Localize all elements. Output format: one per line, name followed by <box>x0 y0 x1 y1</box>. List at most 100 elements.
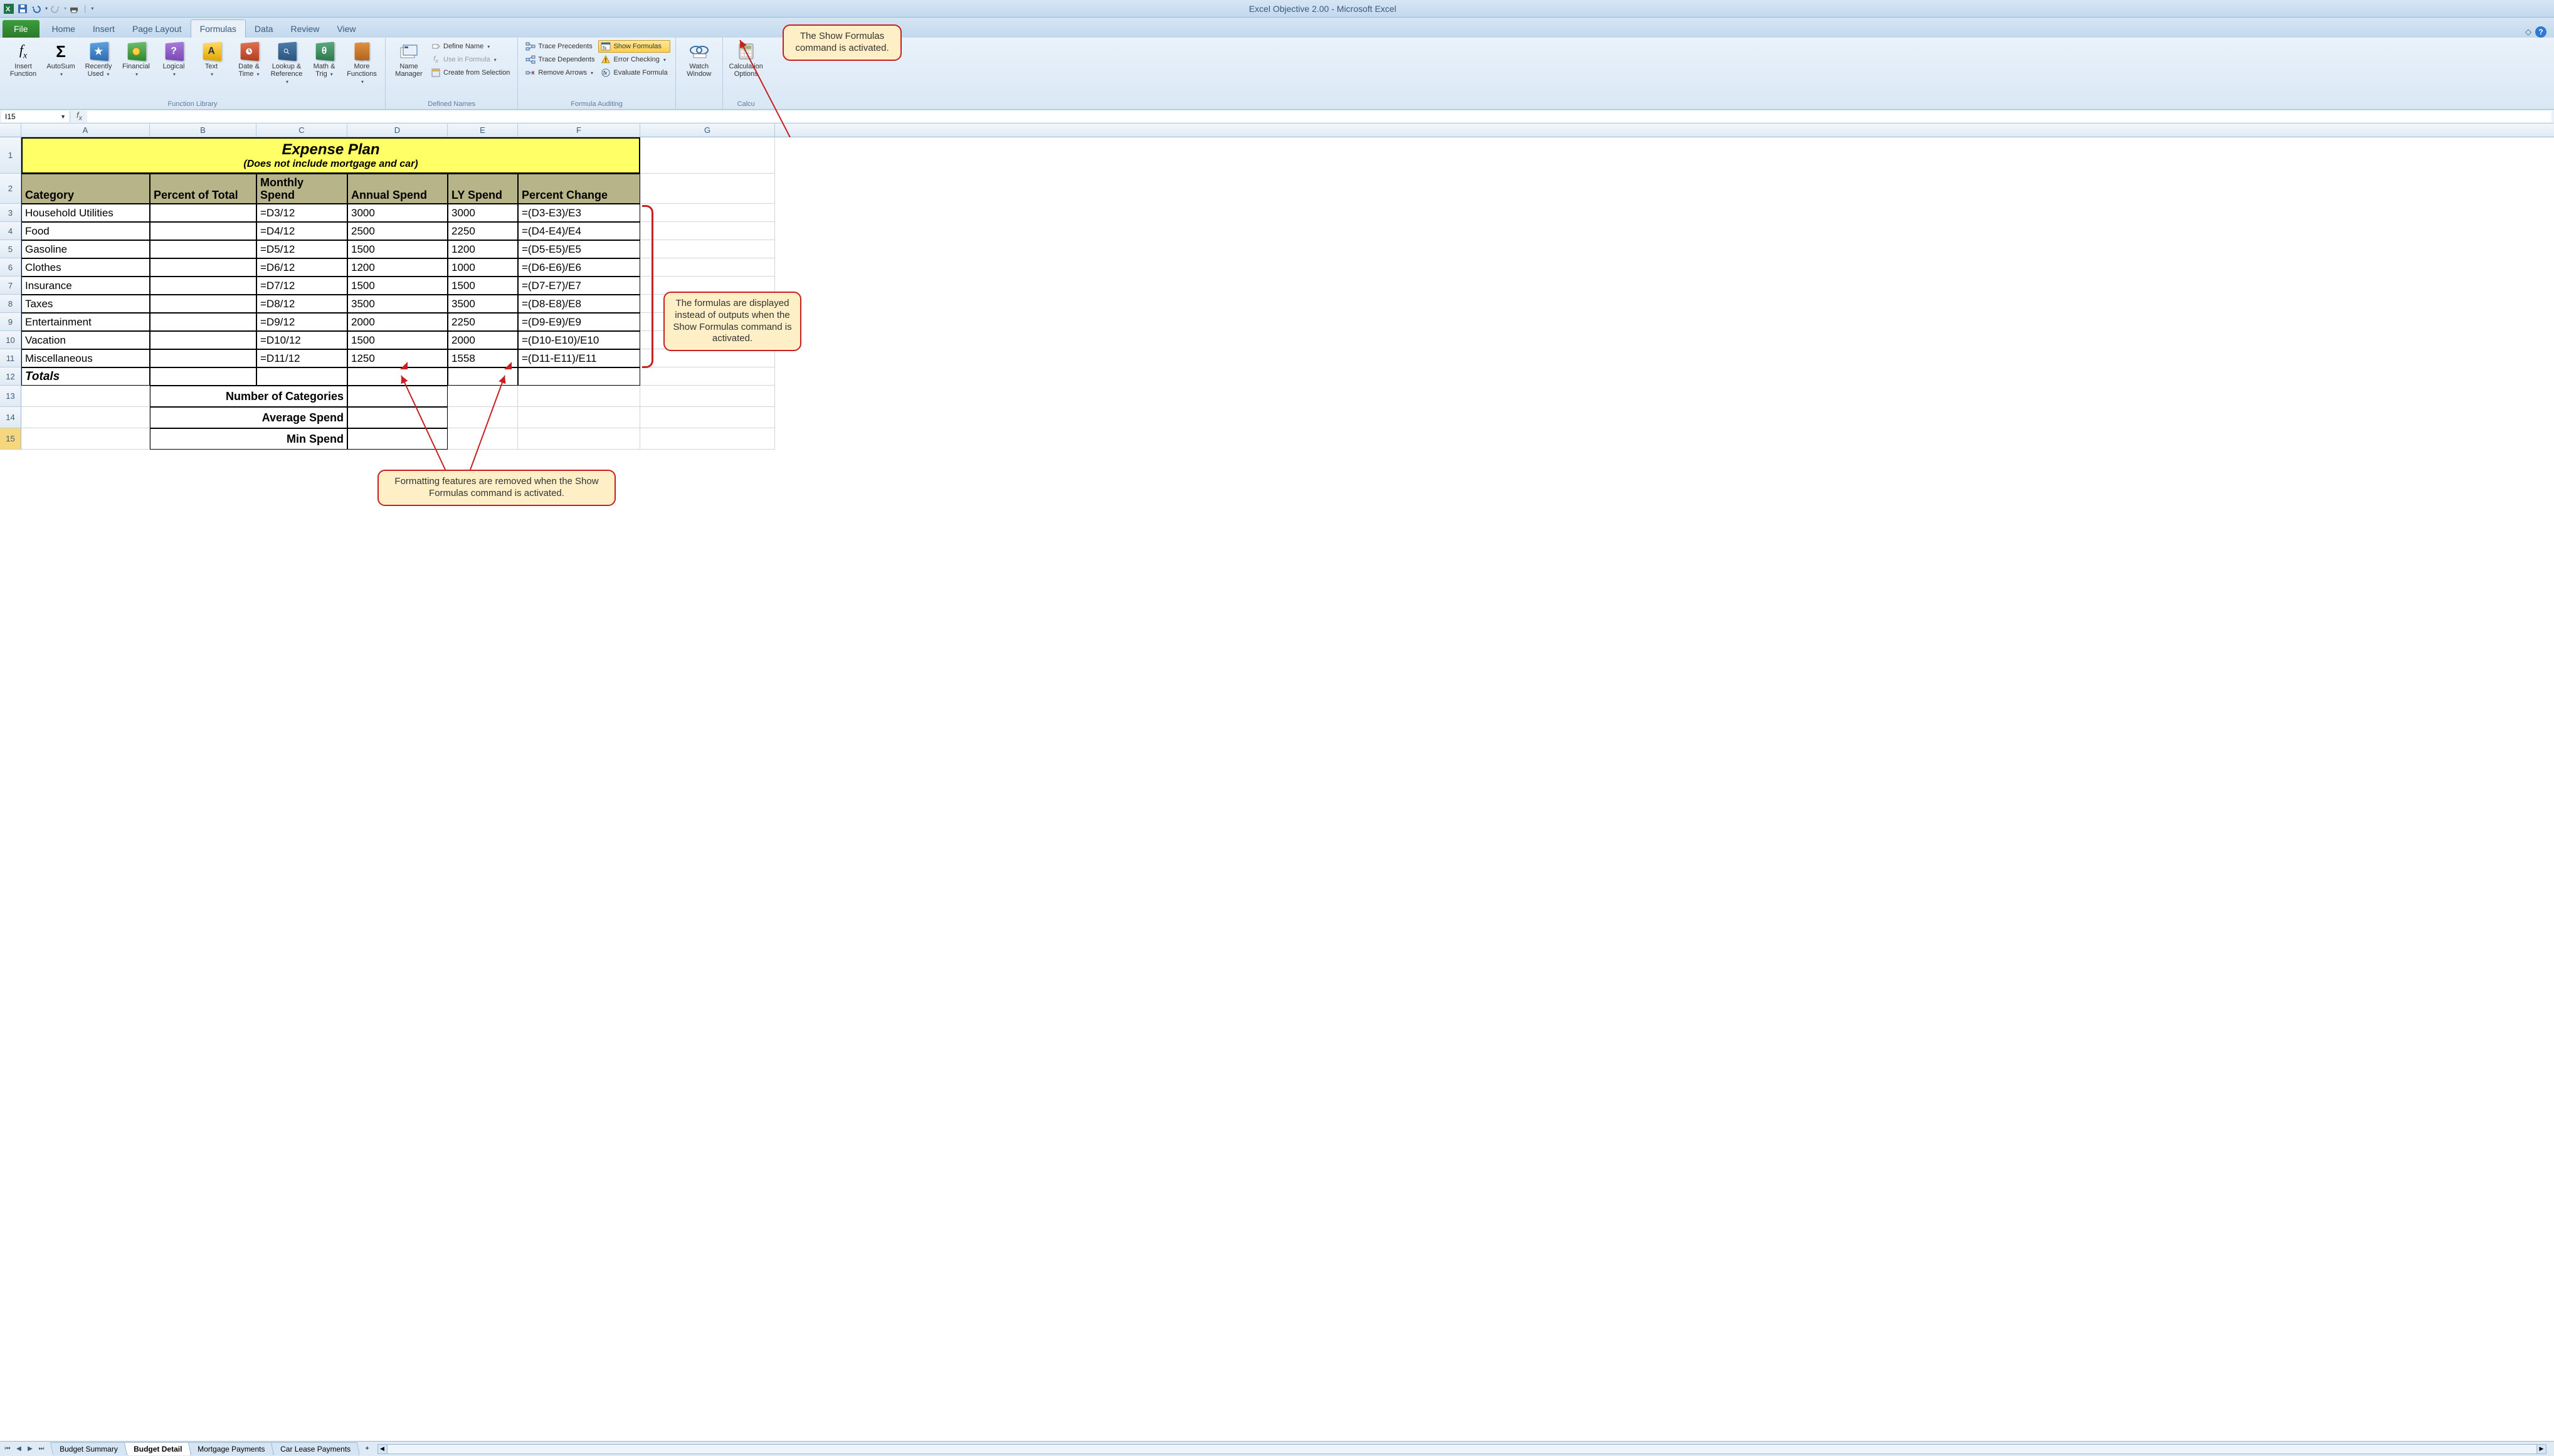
watch-window-button[interactable]: Watch Window <box>681 40 717 79</box>
autosum-button[interactable]: Σ AutoSum▾ <box>43 40 79 80</box>
cell[interactable] <box>640 367 775 386</box>
formula-input[interactable] <box>87 111 2551 122</box>
cell[interactable] <box>347 407 448 428</box>
excel-icon[interactable]: X <box>3 3 15 15</box>
cell[interactable] <box>448 367 518 386</box>
cell-percent-change-formula[interactable]: =(D8-E8)/E8 <box>518 295 640 313</box>
cell-monthly-formula[interactable]: =D6/12 <box>256 258 347 277</box>
sheet-tab-mortgage-payments[interactable]: Mortgage Payments <box>188 1442 275 1455</box>
cell[interactable] <box>518 367 640 386</box>
min-spend-label[interactable]: Min Spend <box>150 428 347 450</box>
cell-ly-spend[interactable]: 2250 <box>448 222 518 240</box>
row-header-5[interactable]: 5 <box>0 240 21 258</box>
cell-monthly-formula[interactable]: =D4/12 <box>256 222 347 240</box>
cell-annual-spend[interactable]: 1200 <box>347 258 448 277</box>
cell[interactable] <box>21 428 150 450</box>
select-all-corner[interactable] <box>0 124 21 137</box>
trace-dependents-button[interactable]: Trace Dependents <box>523 53 597 66</box>
cell-monthly-formula[interactable]: =D11/12 <box>256 349 347 367</box>
save-icon[interactable] <box>16 3 29 15</box>
cell-category[interactable]: Entertainment <box>21 313 150 331</box>
cell-percent-change-formula[interactable]: =(D10-E10)/E10 <box>518 331 640 349</box>
scroll-left-icon[interactable]: ◀ <box>377 1444 388 1454</box>
header-percent-total[interactable]: Percent of Total <box>150 174 256 204</box>
tab-file[interactable]: File <box>3 20 40 38</box>
cell-monthly-formula[interactable]: =D9/12 <box>256 313 347 331</box>
cell[interactable] <box>640 222 775 240</box>
tab-view[interactable]: View <box>328 20 364 38</box>
math-trig-button[interactable]: θ Math & Trig ▾ <box>306 40 342 80</box>
cell-category[interactable]: Insurance <box>21 277 150 295</box>
cell[interactable] <box>21 407 150 428</box>
tab-page-layout[interactable]: Page Layout <box>124 20 191 38</box>
cell-category[interactable]: Clothes <box>21 258 150 277</box>
cell-annual-spend[interactable]: 2500 <box>347 222 448 240</box>
define-name-button[interactable]: Define Name ▾ <box>428 40 512 53</box>
cell[interactable] <box>640 386 775 407</box>
cell-monthly-formula[interactable]: =D3/12 <box>256 204 347 222</box>
recently-used-button[interactable]: ★ Recently Used ▾ <box>80 40 117 80</box>
tab-insert[interactable]: Insert <box>84 20 124 38</box>
title-cell[interactable]: Expense Plan (Does not include mortgage … <box>21 137 640 174</box>
sheet-tab-car-lease-payments[interactable]: Car Lease Payments <box>271 1442 361 1455</box>
cell-annual-spend[interactable]: 1250 <box>347 349 448 367</box>
row-header-12[interactable]: 12 <box>0 367 21 386</box>
help-icon[interactable]: ? <box>2535 26 2546 38</box>
header-percent-change[interactable]: Percent Change <box>518 174 640 204</box>
cell[interactable] <box>518 407 640 428</box>
cell-ly-spend[interactable]: 1000 <box>448 258 518 277</box>
col-header-D[interactable]: D <box>347 124 448 137</box>
cell[interactable] <box>256 367 347 386</box>
cell-percent-change-formula[interactable]: =(D6-E6)/E6 <box>518 258 640 277</box>
scroll-right-icon[interactable]: ▶ <box>2536 1444 2546 1454</box>
cell-annual-spend[interactable]: 2000 <box>347 313 448 331</box>
cell[interactable] <box>640 204 775 222</box>
trace-precedents-button[interactable]: Trace Precedents <box>523 40 597 53</box>
cell[interactable] <box>640 174 775 204</box>
redo-icon[interactable] <box>49 3 61 15</box>
cell[interactable] <box>150 222 256 240</box>
remove-arrows-button[interactable]: Remove Arrows ▾ <box>523 66 597 79</box>
cell-annual-spend[interactable]: 3000 <box>347 204 448 222</box>
tab-data[interactable]: Data <box>246 20 282 38</box>
cell[interactable] <box>21 386 150 407</box>
sheet-tab-budget-summary[interactable]: Budget Summary <box>50 1442 127 1455</box>
cell-category[interactable]: Household Utilities <box>21 204 150 222</box>
row-header-11[interactable]: 11 <box>0 349 21 367</box>
cell[interactable] <box>640 407 775 428</box>
row-header-6[interactable]: 6 <box>0 258 21 277</box>
calculation-options-button[interactable]: Calculation Options <box>728 40 764 79</box>
header-ly-spend[interactable]: LY Spend <box>448 174 518 204</box>
cell-category[interactable]: Food <box>21 222 150 240</box>
row-header-13[interactable]: 13 <box>0 386 21 407</box>
text-button[interactable]: A Text▾ <box>193 40 230 80</box>
cell[interactable] <box>150 204 256 222</box>
cell[interactable] <box>640 349 775 367</box>
print-icon[interactable] <box>68 3 80 15</box>
cell-monthly-formula[interactable]: =D10/12 <box>256 331 347 349</box>
row-header-15[interactable]: 15 <box>0 428 21 450</box>
cell[interactable] <box>150 295 256 313</box>
cell-monthly-formula[interactable]: =D8/12 <box>256 295 347 313</box>
row-header-2[interactable]: 2 <box>0 174 21 204</box>
header-monthly-spend[interactable]: Monthly Spend <box>256 174 347 204</box>
cell-percent-change-formula[interactable]: =(D3-E3)/E3 <box>518 204 640 222</box>
col-header-B[interactable]: B <box>150 124 256 137</box>
more-functions-button[interactable]: More Functions ▾ <box>344 40 380 87</box>
cell-monthly-formula[interactable]: =D7/12 <box>256 277 347 295</box>
cell[interactable] <box>448 407 518 428</box>
col-header-A[interactable]: A <box>21 124 150 137</box>
cell-ly-spend[interactable]: 3500 <box>448 295 518 313</box>
cell[interactable] <box>518 386 640 407</box>
tab-review[interactable]: Review <box>282 20 329 38</box>
cell[interactable] <box>150 331 256 349</box>
cell-ly-spend[interactable]: 1500 <box>448 277 518 295</box>
financial-button[interactable]: Financial▾ <box>118 40 154 80</box>
tab-formulas[interactable]: Formulas <box>191 19 246 38</box>
cell[interactable] <box>150 313 256 331</box>
row-header-1[interactable]: 1 <box>0 137 21 174</box>
logical-button[interactable]: ? Logical▾ <box>156 40 192 80</box>
cell[interactable] <box>640 137 775 174</box>
cell[interactable] <box>150 349 256 367</box>
cell[interactable] <box>150 277 256 295</box>
